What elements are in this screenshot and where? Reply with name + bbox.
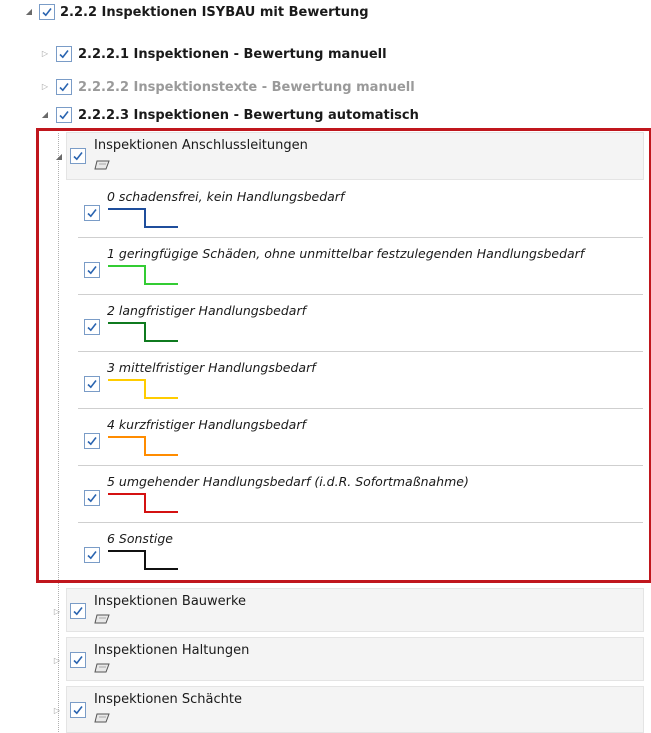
collapsed-triangle-icon[interactable]: ▷ xyxy=(52,656,62,666)
tree-node-label: 2.2.2.2 Inspektionstexte - Bewertung man… xyxy=(78,80,415,95)
tree-node-label: 2.2.2.3 Inspektionen - Bewertung automat… xyxy=(78,108,419,123)
checkmark-icon xyxy=(73,706,83,715)
checkbox[interactable] xyxy=(70,603,86,619)
tree-node-root[interactable]: ◢ 2.2.2 Inspektionen ISYBAU mit Bewertun… xyxy=(0,0,651,24)
checkbox[interactable] xyxy=(70,652,86,668)
tree-node-label: 2.2.2.1 Inspektionen - Bewertung manuell xyxy=(78,47,387,62)
checkbox[interactable] xyxy=(70,702,86,718)
expand-triangle-icon[interactable]: ◢ xyxy=(24,7,34,17)
layer-haltungen[interactable]: ▷ Inspektionen Haltungen xyxy=(40,637,644,681)
checkmark-icon xyxy=(59,111,69,120)
polygon-layer-icon xyxy=(94,713,110,723)
checkmark-icon xyxy=(59,83,69,92)
collapsed-triangle-icon[interactable]: ▷ xyxy=(40,49,50,59)
highlight-frame xyxy=(36,128,651,583)
checkmark-icon xyxy=(73,656,83,665)
polygon-layer-icon xyxy=(94,663,110,673)
checkmark-icon xyxy=(42,8,52,17)
layer-schaechte[interactable]: ▷ Inspektionen Schächte xyxy=(40,686,644,733)
checkbox[interactable] xyxy=(56,79,72,95)
checkbox-root[interactable] xyxy=(39,4,55,20)
checkbox[interactable] xyxy=(56,107,72,123)
polygon-layer-icon xyxy=(94,614,110,624)
layer-label: Inspektionen Schächte xyxy=(94,692,242,707)
layer-label: Inspektionen Haltungen xyxy=(94,643,250,658)
checkbox[interactable] xyxy=(56,46,72,62)
expand-triangle-icon[interactable]: ◢ xyxy=(40,110,50,120)
layer-label: Inspektionen Bauwerke xyxy=(94,594,247,609)
tree-node-label: 2.2.2 Inspektionen ISYBAU mit Bewertung xyxy=(60,5,369,20)
tree-node-2-2-2-3[interactable]: ◢ 2.2.2.3 Inspektionen - Bewertung autom… xyxy=(0,103,651,127)
collapsed-triangle-icon[interactable]: ▷ xyxy=(40,82,50,92)
checkmark-icon xyxy=(59,50,69,59)
tree-node-2-2-2-1[interactable]: ▷ 2.2.2.1 Inspektionen - Bewertung manue… xyxy=(0,42,651,66)
checkmark-icon xyxy=(73,607,83,616)
collapsed-triangle-icon[interactable]: ▷ xyxy=(52,706,62,716)
layer-bauwerke[interactable]: ▷ Inspektionen Bauwerke xyxy=(40,588,644,632)
tree-node-2-2-2-2[interactable]: ▷ 2.2.2.2 Inspektionstexte - Bewertung m… xyxy=(0,75,651,99)
collapsed-triangle-icon[interactable]: ▷ xyxy=(52,607,62,617)
